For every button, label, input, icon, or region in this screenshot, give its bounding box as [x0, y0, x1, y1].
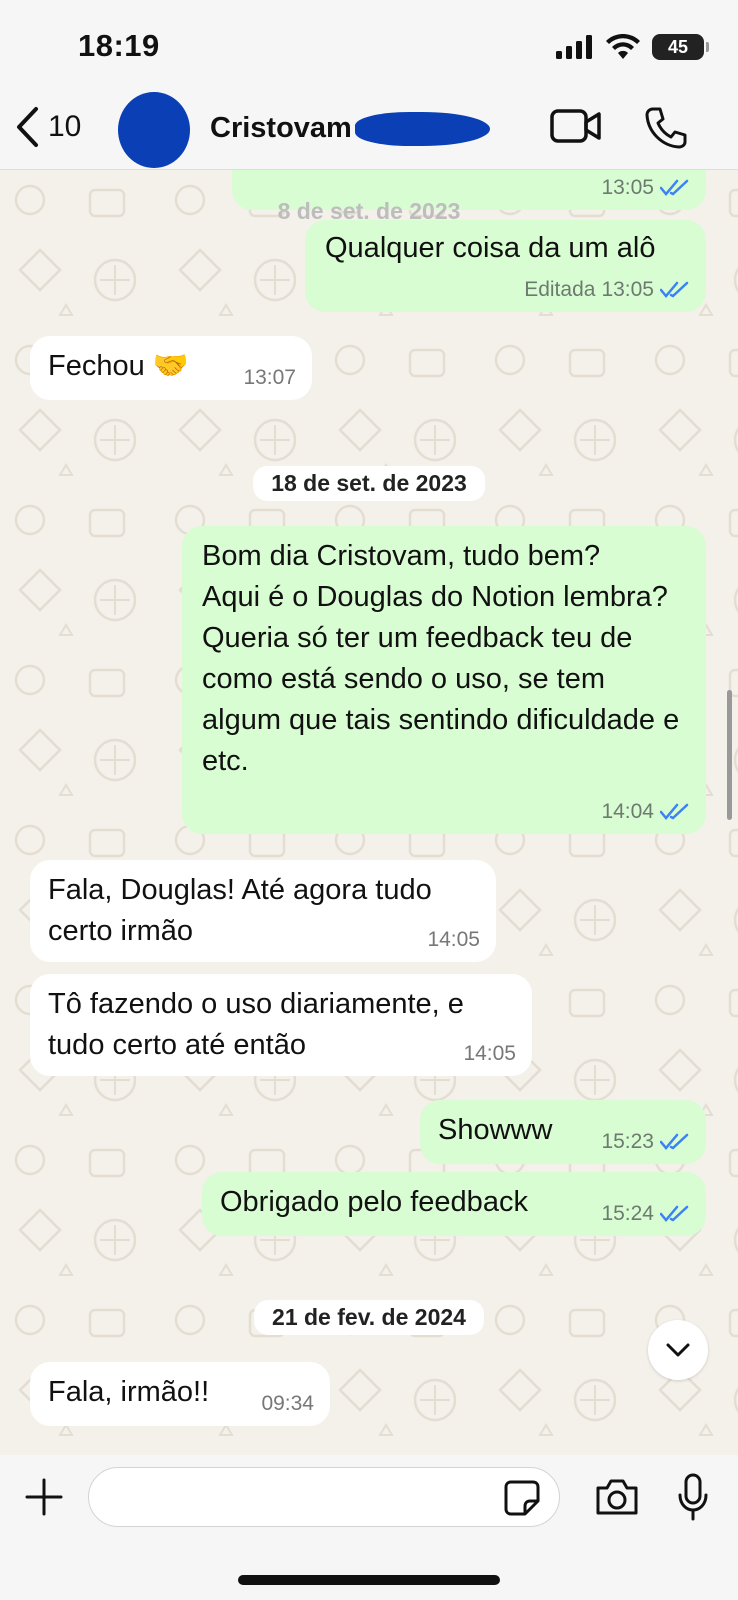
message-text: Qualquer coisa da um alô	[325, 232, 656, 264]
message-time: 09:34	[261, 1392, 314, 1415]
message-text: Bom dia Cristovam, tudo bem? Aqui é o Do…	[202, 540, 680, 777]
date-separator: 18 de set. de 2023	[253, 466, 485, 501]
chevron-left-icon	[17, 107, 38, 147]
message-meta: 15:23	[601, 1130, 690, 1154]
double-check-icon	[660, 1205, 689, 1222]
message-time: 14:04	[601, 800, 654, 823]
message-text: Obrigado pelo feedback	[220, 1186, 528, 1218]
plus-icon	[25, 1478, 63, 1516]
scrollbar[interactable]	[727, 690, 732, 820]
status-icons: 45	[556, 34, 709, 60]
home-indicator	[238, 1575, 500, 1585]
battery-icon: 45	[652, 34, 709, 60]
message-time: 14:05	[427, 928, 480, 951]
message-meta: 13:07	[243, 366, 296, 390]
edited-label: Editada	[524, 278, 596, 301]
message-text: Tô fazendo o uso diariamente, e tudo cer…	[48, 988, 464, 1061]
message-text: Fechou 🤝	[48, 350, 189, 382]
camera-button[interactable]	[594, 1477, 640, 1522]
sticker-button[interactable]	[503, 1479, 541, 1522]
battery-level: 45	[667, 36, 689, 57]
redaction-mark	[355, 112, 490, 146]
chevron-down-icon	[666, 1343, 690, 1357]
message-meta: 13:05	[601, 176, 690, 200]
signal-icon	[556, 35, 592, 59]
message-bubble-outgoing[interactable]: Obrigado pelo feedback 15:24	[202, 1172, 706, 1236]
message-time: 14:05	[463, 1042, 516, 1065]
status-bar: 18:19 45	[0, 0, 738, 90]
double-check-icon	[660, 1133, 689, 1150]
voice-call-button[interactable]	[644, 106, 688, 155]
double-check-icon	[660, 803, 689, 820]
message-meta: Editada 13:05	[524, 278, 690, 302]
double-check-icon	[660, 281, 689, 298]
message-meta: 09:34	[261, 1392, 314, 1416]
message-meta: 14:05	[427, 928, 480, 952]
message-meta: 14:05	[463, 1042, 516, 1066]
chat-header: 10 Cristovam	[0, 90, 738, 170]
status-time: 18:19	[78, 28, 160, 63]
chat-area[interactable]: 13:05 8 de set. de 2023 Qualquer coisa d…	[0, 170, 738, 1455]
message-text: Showww	[438, 1114, 553, 1146]
message-time: 15:24	[601, 1202, 654, 1225]
camera-icon	[596, 1479, 638, 1515]
scroll-to-bottom-button[interactable]	[648, 1320, 708, 1380]
back-button[interactable]: 10	[14, 106, 81, 148]
avatar[interactable]	[118, 92, 190, 168]
message-time: 13:05	[601, 176, 654, 199]
video-call-icon	[550, 109, 601, 143]
message-text: Fala, irmão!!	[48, 1376, 210, 1408]
message-bubble-incoming[interactable]: Fechou 🤝 13:07	[30, 336, 312, 400]
message-time: 13:05	[601, 278, 654, 301]
sticker-icon	[504, 1480, 540, 1516]
wifi-icon	[606, 34, 640, 59]
message-bubble-incoming[interactable]: Fala, irmão!! 09:34	[30, 1362, 330, 1426]
message-bubble-incoming[interactable]: Tô fazendo o uso diariamente, e tudo cer…	[30, 974, 532, 1076]
video-call-button[interactable]	[550, 106, 602, 151]
unread-count: 10	[48, 110, 82, 143]
message-bubble-outgoing[interactable]: Showww 15:23	[420, 1100, 706, 1164]
double-check-icon	[660, 179, 689, 196]
message-meta: 14:04	[601, 800, 690, 824]
message-time: 15:23	[601, 1130, 654, 1153]
message-meta: 15:24	[601, 1202, 690, 1226]
microphone-button[interactable]	[676, 1473, 710, 1526]
contact-name[interactable]: Cristovam	[210, 112, 352, 145]
attach-button[interactable]	[24, 1477, 64, 1522]
message-input[interactable]	[88, 1467, 560, 1527]
phone-icon	[645, 107, 687, 149]
message-time: 13:07	[243, 366, 296, 389]
message-bubble-outgoing[interactable]: Qualquer coisa da um alô Editada 13:05	[305, 220, 706, 312]
message-bubble-outgoing[interactable]: Bom dia Cristovam, tudo bem? Aqui é o Do…	[182, 526, 706, 834]
message-bubble-incoming[interactable]: Fala, Douglas! Até agora tudo certo irmã…	[30, 860, 496, 962]
date-separator: 21 de fev. de 2024	[254, 1300, 484, 1335]
message-text: Fala, Douglas! Até agora tudo certo irmã…	[48, 874, 432, 947]
microphone-icon	[678, 1473, 708, 1521]
